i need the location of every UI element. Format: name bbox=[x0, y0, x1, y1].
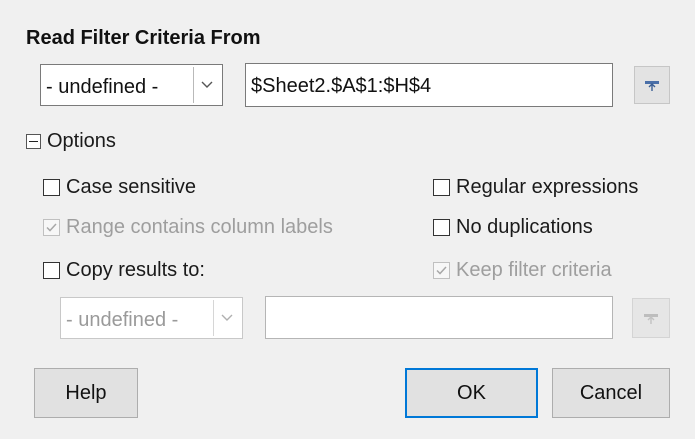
chevron-down-icon[interactable] bbox=[193, 67, 220, 103]
checkmark-icon bbox=[436, 266, 447, 275]
criteria-source-select-value: - undefined - bbox=[46, 76, 159, 98]
checkbox-box bbox=[43, 179, 60, 196]
checkbox-box bbox=[433, 179, 450, 196]
shrink-icon bbox=[644, 314, 658, 324]
no-duplications-checkbox[interactable]: No duplications bbox=[433, 216, 593, 239]
shrink-range-button[interactable] bbox=[634, 66, 670, 104]
keep-filter-criteria-label: Keep filter criteria bbox=[456, 259, 612, 281]
checkbox-box bbox=[433, 262, 450, 279]
copy-target-select-value: - undefined - bbox=[66, 309, 179, 331]
help-button-label: Help bbox=[65, 381, 107, 404]
shrink-icon bbox=[645, 81, 659, 91]
keep-filter-criteria-checkbox[interactable]: Keep filter criteria bbox=[433, 259, 612, 282]
cancel-button[interactable]: Cancel bbox=[552, 368, 670, 418]
options-expander[interactable]: Options bbox=[26, 130, 116, 153]
criteria-range-value: $Sheet2.$A$1:$H$4 bbox=[251, 75, 432, 97]
cancel-button-label: Cancel bbox=[579, 381, 643, 404]
criteria-source-select[interactable]: - undefined - bbox=[40, 64, 223, 106]
ok-button-label: OK bbox=[457, 381, 486, 404]
checkbox-box bbox=[43, 219, 60, 236]
case-sensitive-checkbox[interactable]: Case sensitive bbox=[43, 176, 196, 199]
range-contains-column-labels-label: Range contains column labels bbox=[66, 216, 333, 238]
ok-button[interactable]: OK bbox=[405, 368, 538, 418]
copy-target-select[interactable]: - undefined - bbox=[60, 297, 243, 339]
checkmark-icon bbox=[46, 223, 57, 232]
regular-expressions-label: Regular expressions bbox=[456, 176, 639, 198]
collapse-icon bbox=[26, 134, 41, 149]
checkbox-box bbox=[43, 262, 60, 279]
case-sensitive-label: Case sensitive bbox=[66, 176, 197, 198]
dialog-heading: Read Filter Criteria From bbox=[26, 27, 261, 49]
copy-results-to-label: Copy results to: bbox=[66, 259, 205, 281]
copy-results-to-checkbox[interactable]: Copy results to: bbox=[43, 259, 205, 282]
regular-expressions-checkbox[interactable]: Regular expressions bbox=[433, 176, 638, 199]
help-button[interactable]: Help bbox=[34, 368, 138, 418]
criteria-range-input[interactable]: $Sheet2.$A$1:$H$4 bbox=[245, 63, 613, 107]
options-label: Options bbox=[47, 130, 116, 152]
chevron-down-icon[interactable] bbox=[213, 300, 240, 336]
copy-target-shrink-button[interactable] bbox=[632, 298, 670, 338]
copy-target-input[interactable] bbox=[265, 296, 613, 339]
range-contains-column-labels-checkbox[interactable]: Range contains column labels bbox=[43, 216, 333, 239]
no-duplications-label: No duplications bbox=[456, 216, 593, 238]
checkbox-box bbox=[433, 219, 450, 236]
